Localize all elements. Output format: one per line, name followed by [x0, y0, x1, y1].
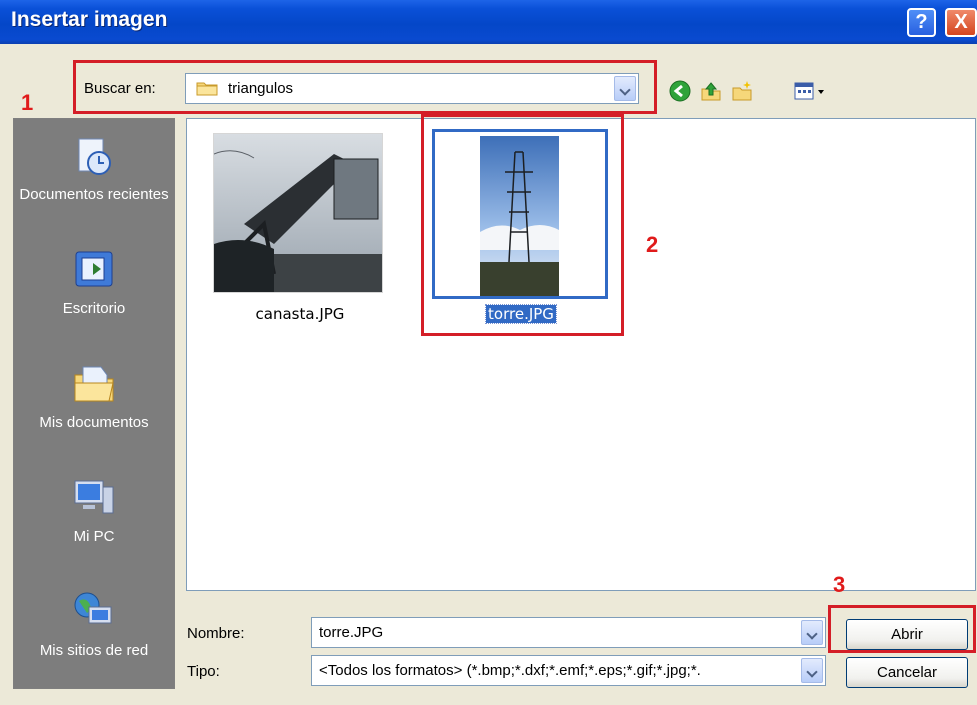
place-network-places[interactable]: Mis sitios de red — [14, 589, 174, 660]
annotation-box-1 — [73, 60, 657, 114]
basketball-hoop-image — [213, 134, 382, 292]
place-label: Mis documentos — [39, 414, 149, 431]
filetype-combo[interactable]: <Todos los formatos> (*.bmp;*.dxf;*.emf;… — [311, 655, 826, 686]
file-thumbnail — [213, 133, 383, 293]
filename-dropdown-arrow[interactable] — [801, 620, 823, 645]
place-my-documents[interactable]: Mis documentos — [14, 361, 174, 432]
close-button[interactable]: X — [945, 8, 977, 37]
file-item-canasta[interactable]: canasta.JPG — [209, 133, 385, 333]
place-my-computer[interactable]: Mi PC — [14, 475, 174, 546]
my-computer-icon — [74, 480, 114, 514]
help-button[interactable]: ? — [907, 8, 936, 37]
filetype-dropdown-arrow[interactable] — [801, 658, 823, 683]
filetype-label: Tipo: — [187, 663, 220, 680]
place-desktop[interactable]: Escritorio — [14, 247, 174, 318]
filename-value: torre.JPG — [319, 624, 384, 641]
annotation-number-3: 3 — [833, 572, 846, 597]
filename-label: Nombre: — [187, 625, 245, 642]
cancel-button[interactable]: Cancelar — [846, 657, 968, 688]
new-folder-icon[interactable] — [731, 80, 753, 102]
annotation-box-2 — [421, 114, 624, 336]
recent-documents-icon — [78, 138, 111, 175]
places-bar: Documentos recientes Escritorio Mis docu… — [13, 118, 175, 689]
place-label: Mi PC — [73, 528, 115, 545]
network-places-icon — [74, 592, 112, 624]
file-name: canasta.JPG — [255, 305, 345, 323]
place-label: Escritorio — [62, 300, 126, 317]
annotation-box-3 — [828, 605, 976, 653]
place-label: Documentos recientes — [19, 186, 169, 203]
place-recent-documents[interactable]: Documentos recientes — [14, 133, 174, 204]
title-bar: Insertar imagen ? X — [0, 0, 977, 44]
back-icon[interactable] — [669, 80, 691, 102]
up-folder-icon[interactable] — [700, 80, 722, 102]
filetype-value: <Todos los formatos> (*.bmp;*.dxf;*.emf;… — [319, 662, 701, 679]
my-documents-icon — [74, 366, 114, 402]
filename-combo[interactable]: torre.JPG — [311, 617, 826, 648]
desktop-icon — [75, 251, 113, 287]
window-title: Insertar imagen — [11, 8, 168, 31]
annotation-number-1: 1 — [21, 90, 34, 115]
annotation-number-2: 2 — [646, 232, 659, 257]
views-menu-icon[interactable] — [793, 80, 833, 102]
place-label: Mis sitios de red — [39, 642, 149, 659]
